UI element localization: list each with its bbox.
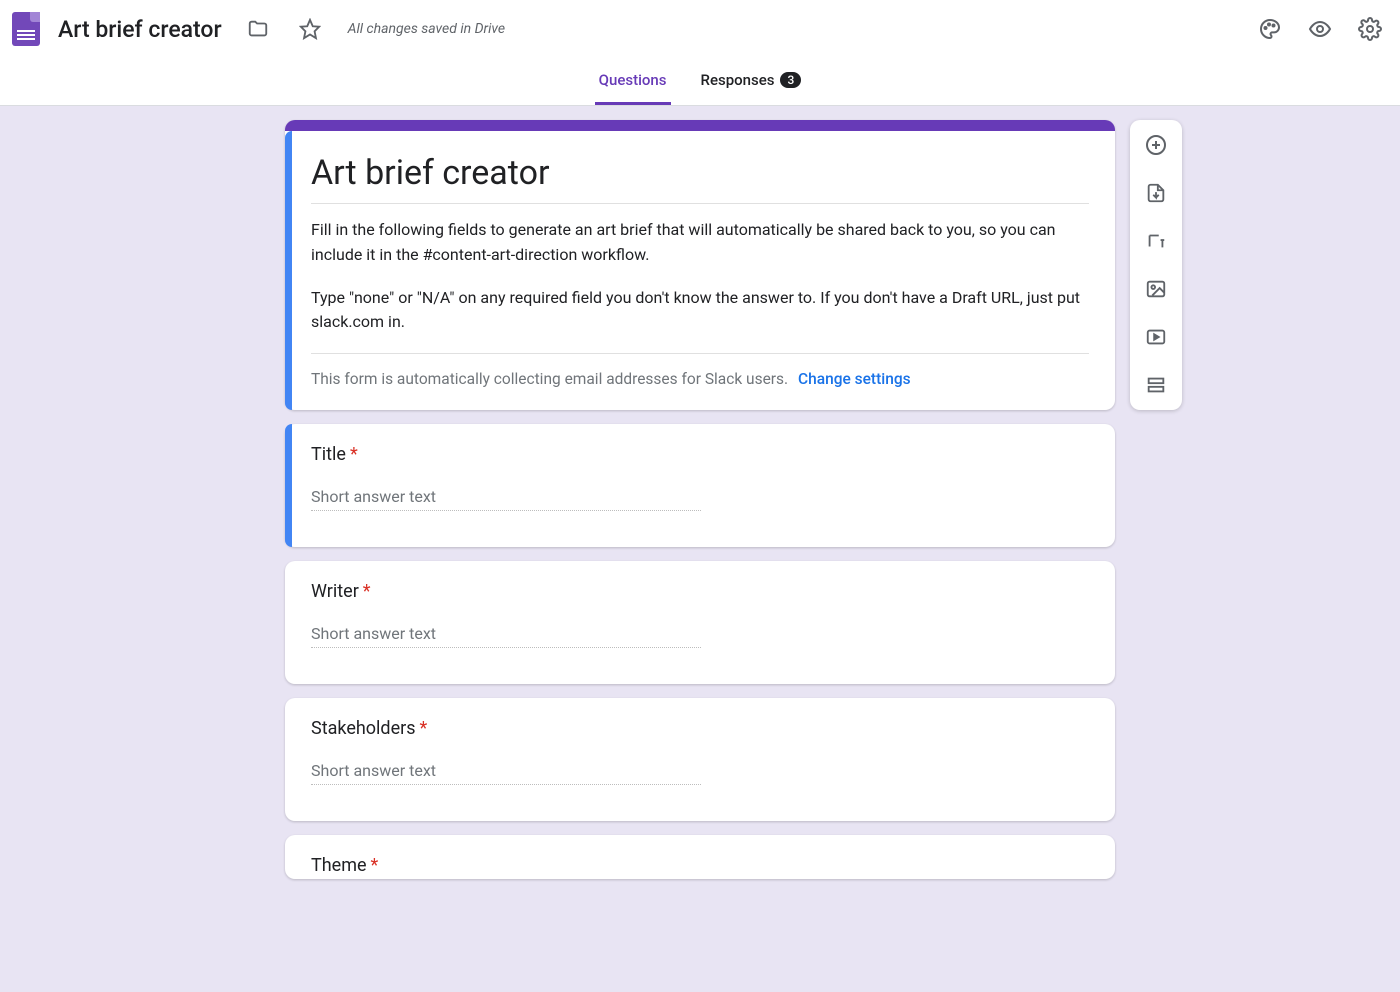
required-marker: *	[350, 444, 358, 465]
tab-questions[interactable]: Questions	[595, 58, 671, 105]
customize-theme-icon[interactable]	[1252, 11, 1288, 47]
required-marker: *	[363, 581, 371, 602]
form-header-card[interactable]: Art brief creator Fill in the following …	[285, 120, 1115, 410]
question-label-text: Stakeholders	[311, 718, 416, 739]
settings-icon[interactable]	[1352, 11, 1388, 47]
required-marker: *	[371, 855, 379, 876]
responses-count-badge: 3	[780, 72, 801, 88]
form-description-p1: Fill in the following fields to generate…	[311, 218, 1089, 268]
save-status-text: All changes saved in Drive	[348, 21, 505, 37]
email-notice-text: This form is automatically collecting em…	[311, 370, 788, 388]
question-label-text: Title	[311, 444, 346, 465]
tab-responses[interactable]: Responses 3	[697, 58, 806, 105]
move-folder-icon[interactable]	[240, 11, 276, 47]
form-title[interactable]: Art brief creator	[311, 153, 1089, 193]
question-card-title[interactable]: Title* Short answer text	[285, 424, 1115, 547]
tab-responses-label: Responses	[701, 71, 775, 89]
add-video-icon[interactable]	[1141, 322, 1171, 352]
form-description-p2: Type "none" or "N/A" on any required fie…	[311, 286, 1089, 336]
form-description[interactable]: Fill in the following fields to generate…	[311, 218, 1089, 335]
add-image-icon[interactable]	[1141, 274, 1171, 304]
tabs-row: Questions Responses 3	[0, 58, 1400, 106]
email-collection-notice: This form is automatically collecting em…	[311, 353, 1089, 388]
form-canvas: Art brief creator Fill in the following …	[0, 106, 1400, 919]
question-label: Title*	[311, 444, 1089, 465]
add-question-icon[interactable]	[1141, 130, 1171, 160]
side-toolbar	[1130, 120, 1182, 410]
import-questions-icon[interactable]	[1141, 178, 1171, 208]
question-label-text: Writer	[311, 581, 359, 602]
add-title-icon[interactable]	[1141, 226, 1171, 256]
change-settings-link[interactable]: Change settings	[798, 370, 911, 388]
forms-logo-icon[interactable]	[12, 12, 40, 46]
document-title[interactable]: Art brief creator	[58, 16, 222, 43]
short-answer-input[interactable]: Short answer text	[311, 487, 701, 511]
question-card-stakeholders[interactable]: Stakeholders* Short answer text	[285, 698, 1115, 821]
divider	[311, 203, 1089, 204]
short-answer-input[interactable]: Short answer text	[311, 761, 701, 785]
question-card-writer[interactable]: Writer* Short answer text	[285, 561, 1115, 684]
question-label: Stakeholders*	[311, 718, 1089, 739]
preview-icon[interactable]	[1302, 11, 1338, 47]
short-answer-input[interactable]: Short answer text	[311, 624, 701, 648]
question-label: Theme*	[311, 855, 1089, 876]
question-card-theme[interactable]: Theme*	[285, 835, 1115, 879]
required-marker: *	[420, 718, 428, 739]
question-label-text: Theme	[311, 855, 367, 876]
add-section-icon[interactable]	[1141, 370, 1171, 400]
question-label: Writer*	[311, 581, 1089, 602]
star-icon[interactable]	[292, 11, 328, 47]
top-toolbar: Art brief creator All changes saved in D…	[0, 0, 1400, 58]
